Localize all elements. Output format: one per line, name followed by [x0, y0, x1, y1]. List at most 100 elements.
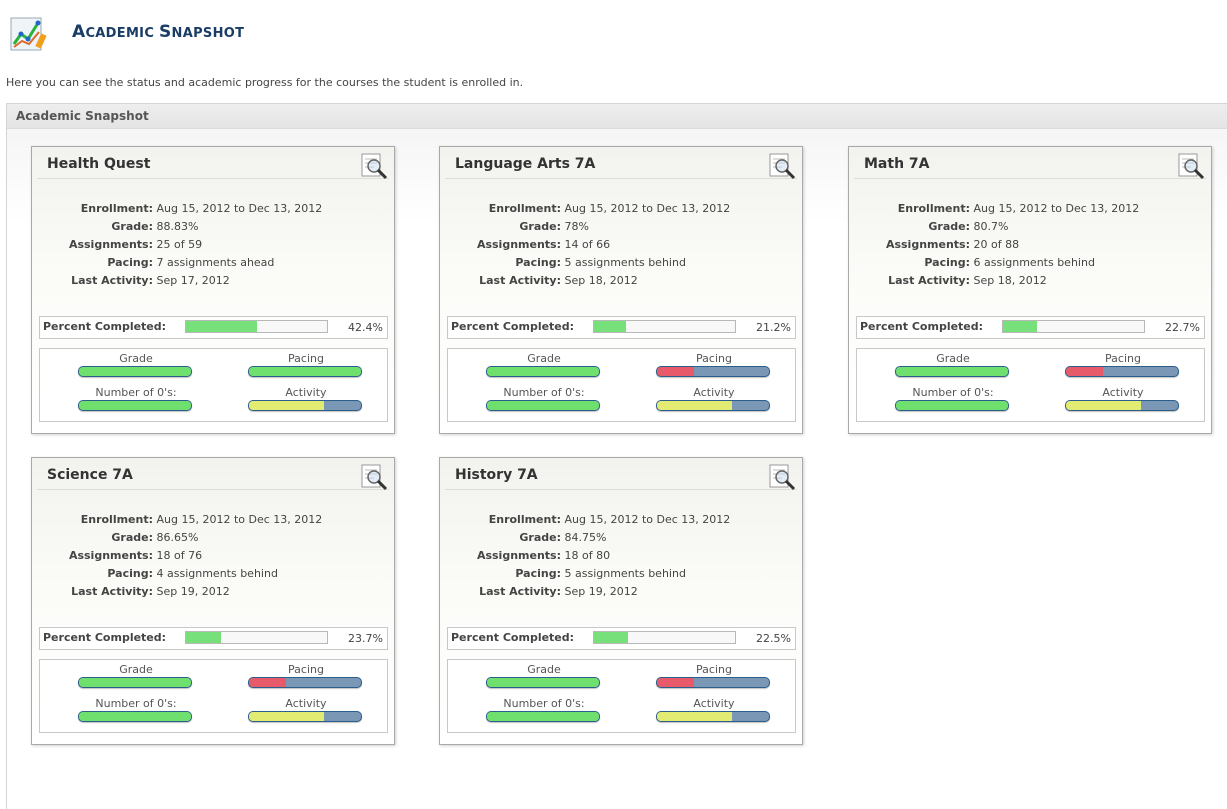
- indicator-grade: Grade: [78, 352, 198, 384]
- detail-row-assignments: Assignments: 18 of 80: [440, 547, 610, 565]
- detail-label: Assignments:: [476, 549, 561, 562]
- detail-label: Enrollment:: [488, 202, 561, 215]
- percent-label: Percent Completed:: [451, 320, 575, 333]
- detail-label: Grade:: [111, 531, 153, 544]
- indicators: Grade Pacing Number of 0's: Activity: [447, 348, 796, 422]
- detail-row-pacing: Pacing: 5 assignments behind: [440, 254, 686, 272]
- detail-label: Last Activity:: [479, 274, 561, 287]
- detail-row-pacing: Pacing: 5 assignments behind: [440, 565, 686, 583]
- indicator-fill: [487, 678, 599, 687]
- detail-label: Assignments:: [476, 238, 561, 251]
- detail-value: Aug 15, 2012 to Dec 13, 2012: [564, 202, 731, 215]
- magnifier-icon[interactable]: [768, 463, 798, 491]
- detail-value: 4 assignments behind: [156, 567, 278, 580]
- indicators: Grade Pacing Number of 0's: Activity: [447, 659, 796, 733]
- indicator-activity: Activity: [248, 697, 368, 729]
- detail-label: Pacing:: [515, 567, 561, 580]
- indicator-label: Grade: [119, 352, 153, 365]
- detail-value: 18 of 80: [564, 549, 611, 562]
- indicators: Grade Pacing Number of 0's: Activity: [39, 348, 388, 422]
- indicator-fill: [896, 401, 1008, 410]
- indicator-grade: Grade: [78, 663, 198, 695]
- indicator-bar: [248, 711, 362, 722]
- detail-label: Pacing:: [107, 256, 153, 269]
- divider: [445, 178, 797, 179]
- detail-row-last-activity: Last Activity: Sep 19, 2012: [32, 583, 230, 601]
- indicator-grade: Grade: [895, 352, 1015, 384]
- indicator-bar: [656, 677, 770, 688]
- indicator-label: Activity: [285, 697, 327, 710]
- indicator-fill: [249, 367, 361, 376]
- detail-label: Assignments:: [885, 238, 970, 251]
- detail-value: 84.75%: [564, 531, 607, 544]
- detail-row-assignments: Assignments: 14 of 66: [440, 236, 610, 254]
- magnifier-icon[interactable]: [1177, 152, 1207, 180]
- indicator-fill: [657, 678, 694, 687]
- indicator-zeros: Number of 0's:: [895, 386, 1015, 418]
- indicator-label: Pacing: [1105, 352, 1141, 365]
- detail-label: Grade:: [519, 531, 561, 544]
- indicator-label: Pacing: [696, 352, 732, 365]
- indicator-fill: [79, 367, 191, 376]
- indicator-fill: [487, 367, 599, 376]
- detail-row-enrollment: Enrollment: Aug 15, 2012 to Dec 13, 2012: [440, 511, 731, 529]
- magnifier-icon[interactable]: [768, 152, 798, 180]
- detail-label: Enrollment:: [897, 202, 970, 215]
- indicator-activity: Activity: [656, 386, 776, 418]
- indicator-bar: [486, 677, 600, 688]
- divider: [445, 489, 797, 490]
- detail-value: 7 assignments ahead: [156, 256, 275, 269]
- progress-bar: [1002, 320, 1145, 333]
- detail-row-assignments: Assignments: 20 of 88: [849, 236, 1019, 254]
- detail-value: 14 of 66: [564, 238, 611, 251]
- detail-value: 5 assignments behind: [564, 256, 686, 269]
- detail-label: Last Activity:: [888, 274, 970, 287]
- indicator-bar: [78, 711, 192, 722]
- indicator-grade: Grade: [486, 352, 606, 384]
- percent-completed: Percent Completed: 23.7%: [39, 627, 388, 650]
- detail-label: Pacing:: [515, 256, 561, 269]
- indicator-fill: [657, 712, 732, 721]
- indicator-fill: [79, 712, 191, 721]
- magnifier-icon[interactable]: [360, 152, 390, 180]
- indicator-bar: [78, 677, 192, 688]
- indicator-label: Activity: [693, 386, 735, 399]
- detail-label: Pacing:: [107, 567, 153, 580]
- course-title: Math 7A: [864, 156, 930, 172]
- snapshot-panel: Academic Snapshot Health Quest Enrollment…: [6, 103, 1227, 809]
- detail-row-grade: Grade: 86.65%: [32, 529, 198, 547]
- detail-value: 78%: [564, 220, 589, 233]
- indicator-activity: Activity: [1065, 386, 1185, 418]
- indicator-bar: [248, 366, 362, 377]
- page-title: ACADEMIC SNAPSHOT: [72, 22, 245, 42]
- divider: [37, 489, 389, 490]
- detail-value: Sep 19, 2012: [564, 585, 638, 598]
- magnifier-icon[interactable]: [360, 463, 390, 491]
- intro-text: Here you can see the status and academic…: [6, 76, 524, 89]
- indicator-fill: [657, 367, 694, 376]
- indicator-bar: [656, 711, 770, 722]
- percent-completed: Percent Completed: 22.5%: [447, 627, 796, 650]
- indicator-label: Pacing: [696, 663, 732, 676]
- detail-value: Aug 15, 2012 to Dec 13, 2012: [156, 202, 323, 215]
- percent-value: 42.4%: [348, 321, 383, 334]
- detail-row-assignments: Assignments: 18 of 76: [32, 547, 202, 565]
- detail-label: Enrollment:: [488, 513, 561, 526]
- indicator-bar: [486, 711, 600, 722]
- percent-completed: Percent Completed: 21.2%: [447, 316, 796, 339]
- detail-row-grade: Grade: 88.83%: [32, 218, 198, 236]
- detail-label: Last Activity:: [71, 274, 153, 287]
- indicator-label: Activity: [693, 697, 735, 710]
- detail-value: Aug 15, 2012 to Dec 13, 2012: [156, 513, 323, 526]
- percent-value: 22.7%: [1165, 321, 1200, 334]
- indicator-fill: [79, 678, 191, 687]
- indicator-label: Grade: [527, 663, 561, 676]
- percent-completed: Percent Completed: 22.7%: [856, 316, 1205, 339]
- indicator-bar: [656, 366, 770, 377]
- detail-label: Grade:: [519, 220, 561, 233]
- indicator-bar: [1065, 366, 1179, 377]
- course-title: History 7A: [455, 467, 538, 483]
- detail-value: 6 assignments behind: [973, 256, 1095, 269]
- indicator-label: Number of 0's:: [95, 697, 177, 710]
- indicator-fill: [249, 712, 324, 721]
